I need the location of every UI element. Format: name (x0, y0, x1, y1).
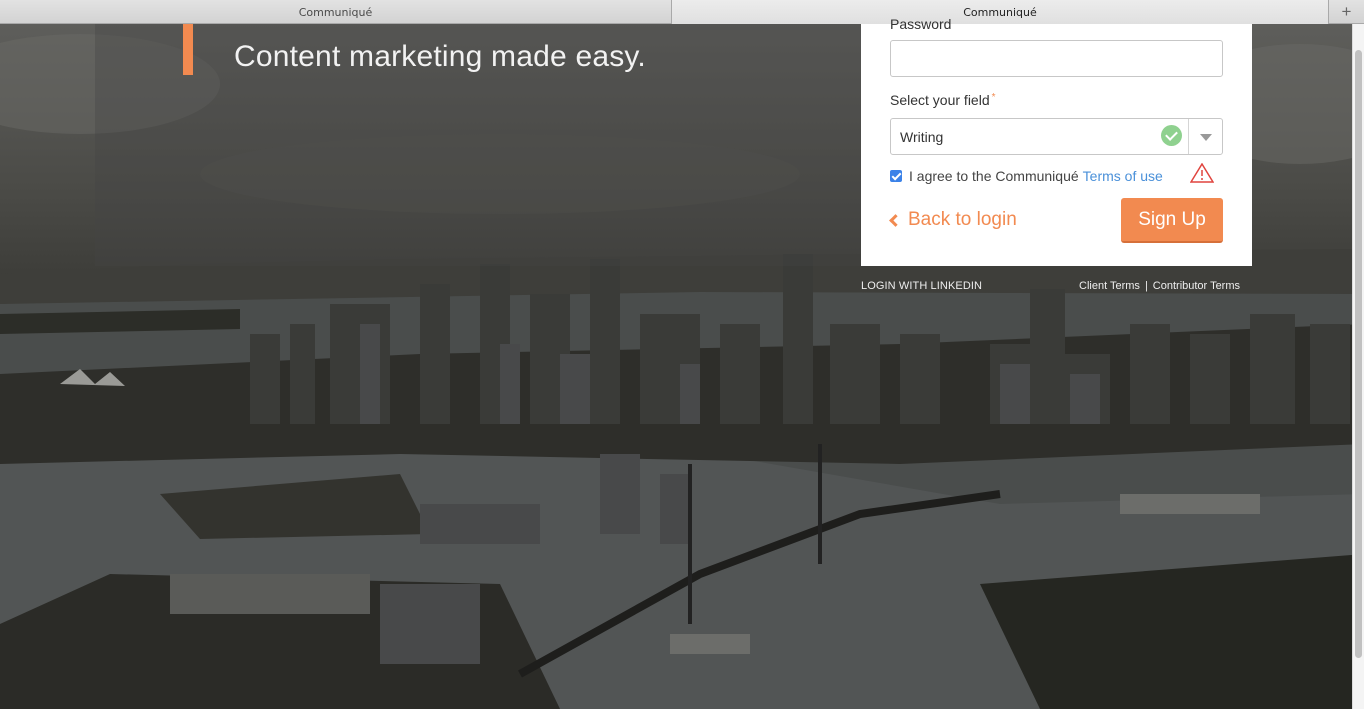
plus-icon: + (1341, 2, 1352, 21)
select-divider (1188, 119, 1189, 154)
check-circle-icon (1161, 125, 1182, 146)
required-marker: * (991, 92, 996, 103)
footer-terms-links: Client Terms | Contributor Terms (1079, 280, 1240, 292)
back-to-login-label: Back to login (908, 209, 1017, 230)
terms-of-use-link[interactable]: Terms of use (1083, 168, 1163, 184)
field-select-value: Writing (900, 129, 944, 145)
tab-communique-1[interactable]: Communiqué (0, 0, 672, 24)
signup-form-card: Password Select your field * Writing I ag… (861, 16, 1252, 266)
field-select[interactable]: Writing (890, 118, 1223, 155)
sign-up-button[interactable]: Sign Up (1121, 198, 1223, 243)
footer-separator: | (1144, 280, 1148, 292)
password-label: Password (890, 16, 952, 32)
password-input[interactable] (890, 40, 1223, 77)
contributor-terms-link[interactable]: Contributor Terms (1153, 280, 1240, 292)
login-with-linkedin-link[interactable]: LOGIN WITH LINKEDIN (861, 280, 982, 292)
field-select-label: Select your field * (890, 92, 996, 108)
client-terms-link[interactable]: Client Terms (1079, 280, 1140, 292)
back-to-login-link[interactable]: Back to login (889, 209, 1017, 231)
chevron-down-icon[interactable] (1200, 134, 1212, 141)
hero-tagline: Content marketing made easy. (234, 40, 646, 73)
warning-triangle-icon (1190, 163, 1214, 183)
tab-communique-2-active[interactable]: Communiqué (672, 0, 1329, 24)
tab-bar: Communiqué Communiqué + (0, 0, 1364, 24)
scrollbar-thumb[interactable] (1355, 50, 1362, 658)
chevron-left-icon (889, 214, 902, 227)
accent-bar (183, 24, 193, 75)
terms-agree-row: I agree to the Communiqué Terms of use (890, 167, 1163, 185)
agree-text: I agree to the Communiqué (909, 168, 1079, 184)
checkbox-icon[interactable] (890, 170, 902, 182)
new-tab-button[interactable]: + (1329, 0, 1364, 24)
